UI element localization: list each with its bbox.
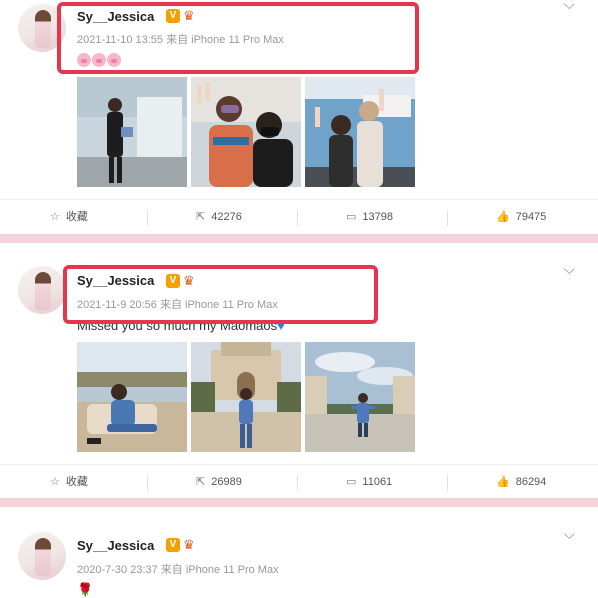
- thumbs-up-icon: 👍: [496, 211, 510, 223]
- chevron-down-icon[interactable]: ⌵: [564, 526, 575, 543]
- post-photo[interactable]: [305, 77, 415, 187]
- share-icon: ⇱: [196, 476, 206, 488]
- post-photo[interactable]: [77, 77, 187, 187]
- post-photo[interactable]: [77, 342, 187, 452]
- repost-count: 42276: [211, 211, 242, 223]
- verified-badge: V: [166, 538, 180, 552]
- like-count: 86294: [515, 476, 547, 488]
- action-bar: ☆ 收藏 ⇱ 26989 ▭ 11061 👍 86294: [0, 464, 598, 499]
- favorite-button[interactable]: ☆ 收藏: [50, 200, 88, 234]
- comment-icon: ▭: [346, 476, 357, 488]
- post-separator: [0, 498, 598, 507]
- like-button[interactable]: 👍 79475: [496, 200, 546, 234]
- comment-count: 11061: [362, 476, 393, 488]
- highlight-box: [57, 2, 419, 74]
- comment-button[interactable]: ▭ 13798: [346, 200, 393, 234]
- favorite-label: 收藏: [65, 476, 88, 488]
- post-photo[interactable]: [191, 342, 301, 452]
- like-count: 79475: [515, 211, 547, 223]
- comment-icon: ▭: [346, 211, 357, 223]
- chevron-down-icon[interactable]: ⌵: [564, 0, 575, 13]
- post-meta: 2020-7-30 23:37 来自 iPhone 11 Pro Max: [77, 564, 279, 576]
- post-3: Sy__Jessica V ♛ 2020-7-30 23:37 来自 iPhon…: [0, 507, 598, 598]
- highlight-box: [63, 265, 378, 324]
- favorite-button[interactable]: ☆ 收藏: [50, 465, 88, 499]
- post-separator: [0, 234, 598, 243]
- star-icon: ☆: [50, 476, 60, 488]
- crown-icon: ♛: [183, 537, 195, 552]
- post-photo[interactable]: [305, 342, 415, 452]
- post-photo[interactable]: [191, 77, 301, 187]
- avatar[interactable]: [18, 532, 66, 580]
- comment-button[interactable]: ▭ 11061: [346, 465, 392, 499]
- thumbs-up-icon: 👍: [496, 476, 510, 488]
- post-text: 🌹: [77, 582, 94, 597]
- share-icon: ⇱: [196, 211, 206, 223]
- chevron-down-icon[interactable]: ⌵: [564, 261, 575, 278]
- star-icon: ☆: [50, 211, 60, 223]
- like-button[interactable]: 👍 86294: [496, 465, 546, 499]
- repost-button[interactable]: ⇱ 42276: [196, 200, 242, 234]
- comment-count: 13798: [362, 211, 393, 223]
- favorite-label: 收藏: [65, 211, 88, 223]
- action-bar: ☆ 收藏 ⇱ 42276 ▭ 13798 👍 79475: [0, 199, 598, 234]
- repost-count: 26989: [211, 476, 242, 488]
- avatar[interactable]: [18, 266, 66, 314]
- author-name[interactable]: Sy__Jessica: [77, 538, 154, 553]
- repost-button[interactable]: ⇱ 26989: [196, 465, 242, 499]
